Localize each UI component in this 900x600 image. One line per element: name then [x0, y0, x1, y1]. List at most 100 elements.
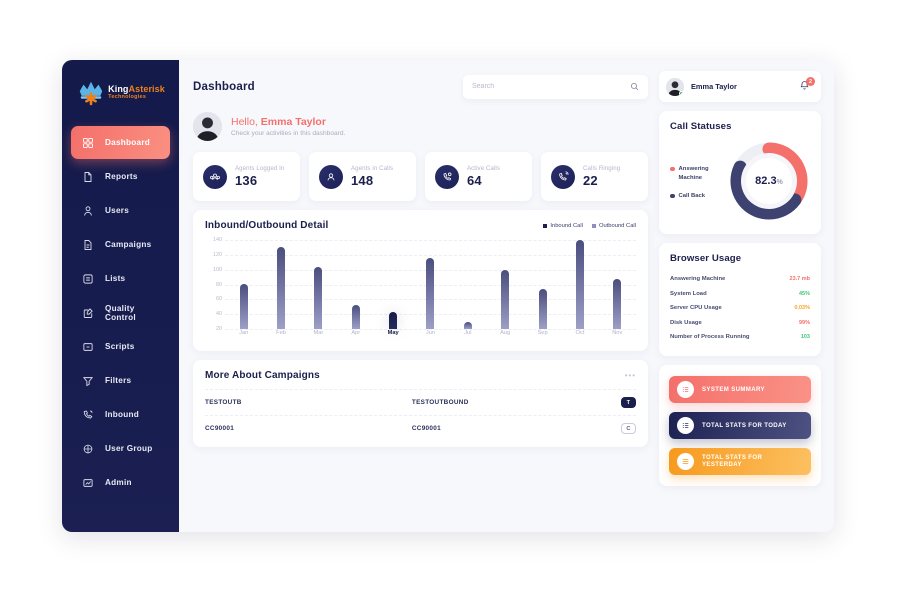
brand-logo[interactable]: KingAsterisk Technologies: [62, 72, 179, 126]
total-stats-yesterday-button[interactable]: TOTAL STATS FOR YESTERDAY: [669, 447, 811, 475]
legend-label: Answering Machine: [678, 166, 709, 181]
ringing-phone-icon: [551, 164, 575, 189]
bar-slot[interactable]: [262, 240, 299, 329]
sidebar-item-label: Reports: [105, 172, 138, 181]
sidebar-item-scripts[interactable]: Scripts: [71, 330, 170, 363]
bar-slot[interactable]: [300, 240, 337, 329]
bar-slot[interactable]: [599, 240, 636, 329]
bar-slot[interactable]: [487, 240, 524, 329]
chart-bar[interactable]: [314, 267, 323, 329]
action-label: SYSTEM SUMMARY: [702, 385, 765, 393]
agent-call-icon: [319, 164, 343, 189]
bar-slot[interactable]: [449, 240, 486, 329]
bar-slot[interactable]: [412, 240, 449, 329]
sidebar-item-dashboard[interactable]: Dashboard: [71, 126, 170, 159]
chart-bar[interactable]: [463, 321, 472, 329]
sidebar-item-user-group[interactable]: User Group: [71, 432, 170, 465]
chart-bar[interactable]: [613, 279, 622, 329]
search-icon[interactable]: [630, 82, 639, 91]
stat-card-agents-logged-in[interactable]: Agents Logged In 136: [193, 152, 300, 201]
x-tick-label: Jul: [464, 330, 472, 336]
status-badge[interactable]: C: [621, 423, 636, 434]
left-column: Dashboard Hello, Emma Taylor Check yo: [193, 71, 648, 532]
funnel-icon: [82, 375, 94, 387]
system-summary-button[interactable]: SYSTEM SUMMARY: [669, 375, 811, 403]
stat-label: Calls Ringing: [583, 165, 621, 172]
chart-bar[interactable]: [239, 283, 248, 329]
sidebar-item-label: Scripts: [105, 342, 135, 351]
document-icon: [82, 171, 94, 183]
sidebar-item-label: Campaigns: [105, 240, 152, 249]
avatar: [193, 112, 222, 141]
stat-value: 136: [235, 173, 258, 188]
stat-value: 22: [583, 173, 598, 188]
chart-bar[interactable]: [351, 304, 360, 329]
campaign-id: CC90001: [205, 425, 235, 432]
list-item: Server CPU Usage 0.03%: [670, 301, 810, 316]
chart-bar[interactable]: [277, 247, 286, 329]
call-statuses-title: Call Statuses: [670, 121, 732, 132]
list-item: System Load 45%: [670, 287, 810, 302]
sidebar: KingAsterisk Technologies Dashboard Repo…: [62, 60, 179, 532]
sidebar-item-label: Inbound: [105, 410, 140, 419]
y-tick-label: 100: [213, 266, 222, 273]
bar-slot[interactable]: [374, 240, 411, 329]
x-tick-label: Oct: [575, 330, 585, 336]
y-tick-label: 80: [216, 281, 222, 288]
dashboard-app: KingAsterisk Technologies Dashboard Repo…: [62, 60, 834, 532]
sidebar-item-campaigns[interactable]: Campaigns: [71, 228, 170, 261]
x-tick-label: Aug: [500, 330, 511, 336]
sidebar-item-admin[interactable]: Admin: [71, 466, 170, 499]
sidebar-item-inbound[interactable]: Inbound: [71, 398, 170, 431]
chart-bar[interactable]: [389, 311, 398, 329]
search-box[interactable]: [463, 74, 648, 99]
x-tick-label: Mar: [313, 330, 324, 336]
chart-bar[interactable]: [501, 269, 510, 329]
x-tick-label: Apr: [351, 330, 361, 336]
search-input[interactable]: [472, 83, 630, 90]
right-column: Emma Taylor 2 Call Statuses Answering Ma…: [659, 71, 821, 532]
stat-card-calls-ringing[interactable]: Calls Ringing 22: [541, 152, 648, 201]
main-content: Dashboard Hello, Emma Taylor Check yo: [179, 60, 834, 532]
chart-plot-area: 140 120 100 80 60 40 20 Jan Feb Mar Apr May Jun Jul A…: [205, 237, 636, 343]
usage-value: 0.03%: [794, 305, 810, 312]
sidebar-nav: Dashboard Reports Users Campaigns Lists …: [62, 126, 179, 499]
avatar[interactable]: [666, 77, 684, 96]
sidebar-item-filters[interactable]: Filters: [71, 364, 170, 397]
status-badge[interactable]: T: [621, 397, 636, 408]
stat-card-active-calls[interactable]: Active Calls 64: [425, 152, 532, 201]
legend-label: Call Back: [678, 193, 706, 200]
bar-slot[interactable]: [561, 240, 598, 329]
active-call-icon: [435, 164, 459, 189]
legend-swatch: [591, 223, 596, 228]
stat-card-agents-in-calls[interactable]: Agents in Calls 148: [309, 152, 416, 201]
bell-icon[interactable]: 2: [799, 77, 815, 93]
bar-slot[interactable]: [337, 240, 374, 329]
x-tick-label: Feb: [276, 330, 286, 336]
sidebar-item-label: Filters: [105, 376, 132, 385]
y-tick-label: 120: [213, 251, 222, 258]
stat-cards: Agents Logged In 136 Agents in Calls 148…: [193, 152, 648, 201]
brand-name-primary: King: [108, 84, 129, 95]
crown-icon: [76, 78, 106, 108]
chart-bar[interactable]: [538, 288, 547, 329]
sidebar-item-users[interactable]: Users: [71, 194, 170, 227]
bar-slot[interactable]: [524, 240, 561, 329]
sidebar-item-lists[interactable]: Lists: [71, 262, 170, 295]
legend-item-inbound: Inbound Call: [543, 223, 583, 229]
more-horizontal-icon[interactable]: •••: [625, 371, 636, 380]
table-row[interactable]: CC90001 CC90001 C: [205, 415, 636, 441]
bar-slot[interactable]: [225, 240, 262, 329]
chart-bar[interactable]: [575, 240, 584, 329]
x-tick-label: Jan: [239, 330, 249, 336]
sidebar-item-reports[interactable]: Reports: [71, 160, 170, 193]
chart-bar[interactable]: [426, 257, 435, 329]
list-item: Disk Usage 99%: [670, 316, 810, 331]
greeting-prefix: Hello,: [231, 116, 261, 128]
table-row[interactable]: TESTOUTB TESTOUTBOUND T: [205, 389, 636, 415]
legend-label: Outbound Call: [598, 222, 636, 229]
chart-x-axis: Jan Feb Mar Apr May Jun Jul Aug Sep Oct Nov: [225, 330, 636, 343]
list-lines-icon: [677, 380, 694, 398]
sidebar-item-quality-control[interactable]: Quality Control: [71, 296, 170, 329]
total-stats-today-button[interactable]: TOTAL STATS FOR TODAY: [669, 411, 811, 439]
